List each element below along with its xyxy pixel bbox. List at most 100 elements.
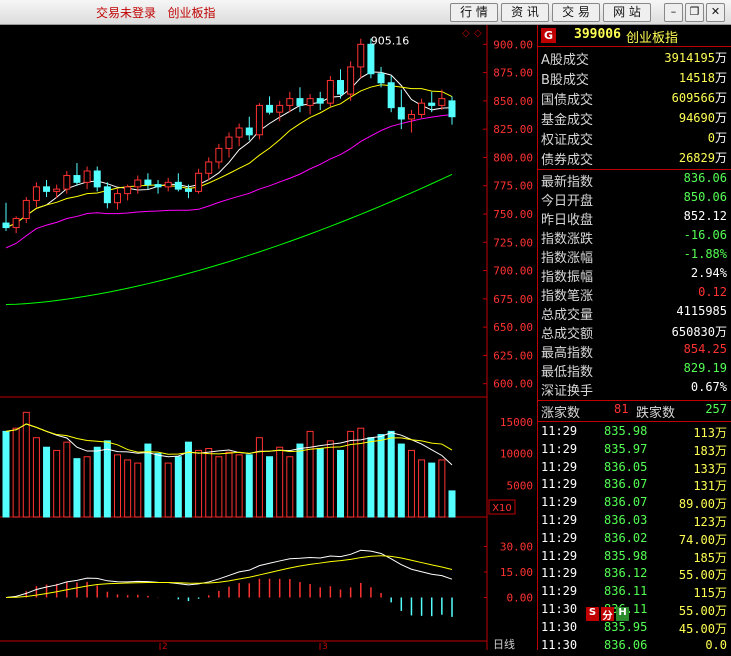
candle-body (387, 82, 395, 109)
tick-row[interactable]: 11:30 836.11 55.00万 (538, 602, 730, 620)
peak-label: 905.16 (371, 35, 410, 48)
candle-body (438, 98, 446, 106)
stat-row: 总成交量 4115985 (538, 304, 730, 323)
axis-tick-label: 750.00 (493, 208, 533, 221)
tick-volume: 123万 (693, 515, 727, 529)
period-label: 日线 (493, 637, 515, 650)
website-button[interactable]: 网 站 (603, 3, 651, 22)
tick-row[interactable]: 11:29 836.07 89.00万 (538, 495, 730, 513)
candle-body (144, 179, 152, 186)
volume-axis-label: 15000 (500, 416, 533, 429)
tick-row[interactable]: 11:29 836.12 55.00万 (538, 566, 730, 584)
candle-body (326, 80, 334, 104)
tick-price: 836.12 (604, 566, 648, 581)
news-button[interactable]: 资 讯 (501, 3, 549, 22)
volume-bars (2, 411, 456, 518)
stat-label: 总成交量 (541, 308, 594, 323)
stat-row: 最高指数 854.25 (538, 342, 730, 361)
tick-volume: 131万 (693, 479, 727, 494)
stat-value: 829.19 (683, 361, 727, 375)
trade-button[interactable]: 交 易 (552, 3, 600, 22)
stat-value: 0.12 (698, 285, 727, 299)
volume-bar (164, 462, 172, 518)
volume-bar (73, 458, 81, 518)
close-icon[interactable]: ✕ (706, 3, 725, 22)
login-status[interactable]: 交易未登录 (96, 6, 156, 20)
index-code: 399006 (574, 27, 621, 42)
quotes-button[interactable]: 行 情 (450, 3, 498, 22)
diamond-icon: ◇ (462, 28, 470, 39)
candle-body (448, 100, 456, 118)
stat-value: 850.06 (683, 190, 727, 204)
candle-body (215, 147, 223, 163)
volume-row: 债券成交 26829万 (538, 149, 730, 168)
volume-label: A股成交 (541, 53, 589, 68)
tick-row[interactable]: 11:29 835.98 185万 (538, 549, 730, 567)
volume-bar (215, 456, 223, 518)
volume-bar (22, 411, 30, 518)
tick-time: 11:29 (541, 513, 578, 527)
volume-label: 基金成交 (541, 113, 594, 128)
tick-row[interactable]: 11:30 835.95 45.00万 (538, 620, 730, 638)
stat-label: 最高指数 (541, 346, 594, 361)
candle-body (245, 127, 253, 136)
stat-label: 总成交额 (541, 327, 594, 342)
stat-label: 最新指数 (541, 175, 594, 190)
tick-row[interactable]: 11:29 836.02 74.00万 (538, 531, 730, 549)
stat-label: 指数笔涨 (541, 289, 594, 304)
axis-tick-label: 700.00 (493, 265, 533, 278)
fen-tag[interactable]: 分 (601, 607, 614, 622)
tick-row[interactable]: 11:29 836.07 131万 (538, 477, 730, 495)
volume-row: B股成交 14518万 (538, 69, 730, 88)
volume-bar (367, 437, 375, 518)
candle-body (286, 98, 294, 106)
tick-row[interactable]: 11:29 836.03 123万 (538, 513, 730, 531)
volume-bar (387, 430, 395, 518)
volume-bar (43, 446, 51, 518)
volume-bar (377, 434, 385, 518)
volume-axis-label: 5000 (507, 479, 534, 492)
tick-row[interactable]: 11:29 835.98 113万 (538, 424, 730, 442)
volume-bar (53, 449, 61, 518)
stat-label: 指数涨跌 (541, 232, 594, 247)
volume-bar (184, 441, 192, 518)
tick-row[interactable]: 11:30 836.06 0.0 (538, 638, 730, 656)
tick-row[interactable]: 11:29 836.05 133万 (538, 460, 730, 478)
title-bar: 交易未登录 创业板指 行 情 资 讯 交 易 网 站 – ❐ ✕ (0, 0, 731, 25)
s-tag[interactable]: S (586, 607, 599, 621)
axis-tick-label: 800.00 (493, 151, 533, 164)
volume-label: B股成交 (541, 73, 589, 88)
volume-value: 26829万 (678, 151, 727, 165)
candle-body (316, 98, 324, 104)
tick-row[interactable]: 11:29 836.11 115万 (538, 584, 730, 602)
candle-body (205, 161, 213, 174)
candle-body (347, 66, 355, 95)
volume-bar (154, 453, 162, 518)
kline-chart[interactable]: 905.16 900.00 875.00 850.00 825.00 800.00 775… (0, 25, 537, 650)
restore-icon[interactable]: ❐ (685, 3, 704, 22)
tick-volume: 183万 (693, 443, 727, 458)
tick-row[interactable]: 11:29 835.97 183万 (538, 442, 730, 460)
tick-time: 11:30 (541, 619, 578, 634)
macd-axis-label: 15.00 (500, 566, 533, 579)
tick-volume: 55.00万 (678, 568, 727, 583)
tick-time: 11:29 (541, 459, 578, 474)
h-tag[interactable]: H (616, 607, 629, 621)
volume-axis-label: 10000 (500, 448, 533, 461)
candle-body (32, 186, 40, 201)
volume-value: 0万 (707, 131, 727, 145)
candle-body (134, 179, 142, 188)
volume-label: 权证成交 (541, 133, 594, 148)
axis-tick-label: 625.00 (493, 349, 533, 362)
volume-bar (93, 446, 101, 518)
moving-average-lines (5, 71, 453, 305)
tick-time: 11:30 (541, 602, 578, 616)
minimize-icon[interactable]: – (664, 3, 683, 22)
candle-body (296, 98, 304, 106)
tick-time: 11:29 (541, 441, 578, 456)
axis-tick-label: 650.00 (493, 321, 533, 334)
tick-price: 836.05 (604, 459, 648, 474)
tick-price: 835.98 (604, 424, 648, 438)
volume-bar (306, 430, 314, 518)
candle-body (337, 80, 344, 95)
